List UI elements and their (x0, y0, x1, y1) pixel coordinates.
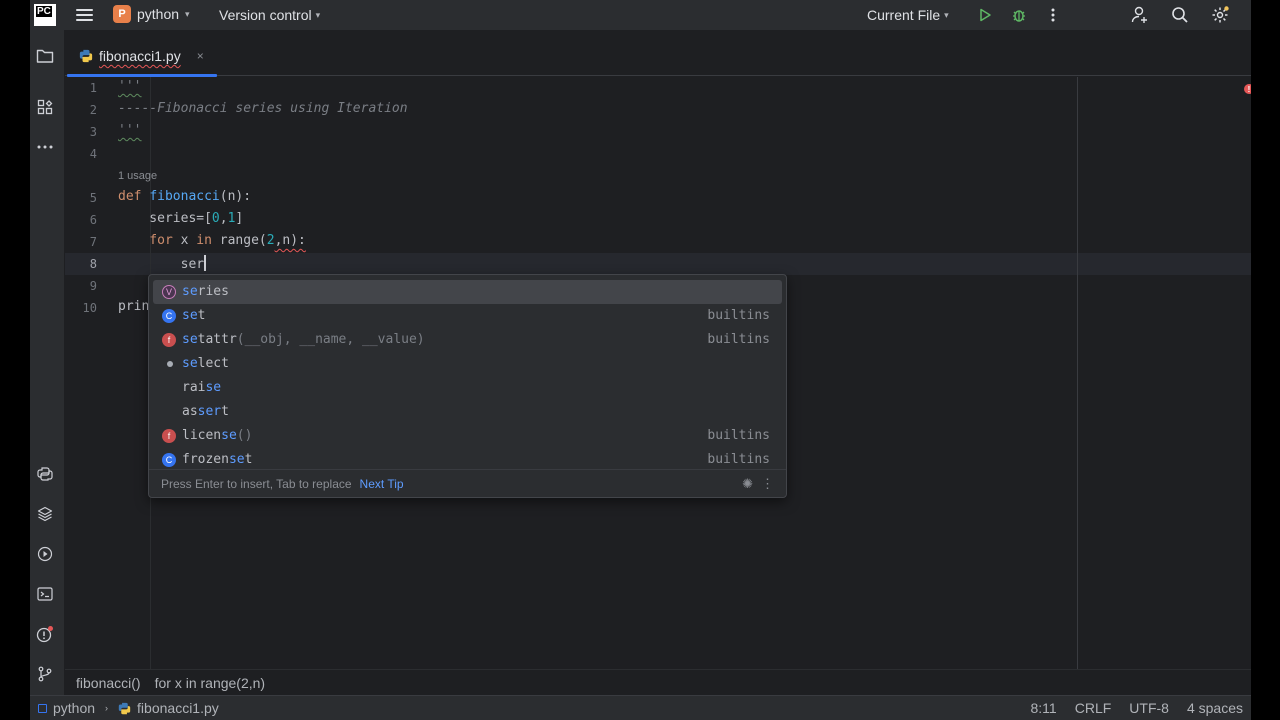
run-configuration-selector[interactable]: Current File ▾ (867, 7, 949, 23)
chevron-down-icon: ▾ (315, 9, 321, 20)
ide-window: PC P python ▾ Version control ▾ Current … (30, 0, 1251, 720)
python-console-icon[interactable] (35, 464, 55, 484)
completion-options-icon[interactable]: ⋮ (761, 476, 774, 492)
chevron-down-icon: ▾ (944, 9, 949, 20)
project-name: python (137, 6, 180, 22)
close-tab-icon[interactable]: × (197, 49, 204, 63)
debug-icon[interactable] (1009, 5, 1029, 25)
project-icon (38, 703, 47, 713)
line-number: 3 (89, 125, 97, 139)
module-icon (167, 361, 173, 367)
code-line: series=[0,1] (118, 211, 244, 226)
code-line: for x in range(2,n): (118, 233, 306, 248)
completion-hint: Press Enter to insert, Tab to replace (161, 476, 352, 491)
breadcrumb-item[interactable]: for x in range(2,n) (155, 675, 266, 691)
completion-item[interactable]: select (153, 352, 782, 376)
settings-gear-icon[interactable] (1210, 5, 1230, 25)
line-number: 1 (89, 81, 97, 95)
completion-item[interactable]: V series (153, 280, 782, 304)
services-icon[interactable] (35, 544, 55, 564)
run-icon[interactable] (975, 5, 995, 25)
class-icon: C (162, 309, 176, 323)
status-project[interactable]: python (53, 700, 95, 716)
editor-tabs: fibonacci1.py × (65, 36, 1251, 77)
error-indicator-icon[interactable]: ! (1244, 84, 1251, 94)
more-tool-windows-icon[interactable] (35, 137, 55, 157)
main-menu-icon[interactable] (76, 7, 93, 23)
line-number: 10 (82, 301, 97, 315)
completion-item[interactable]: f setattr(__obj, __name, __value) builti… (153, 328, 782, 352)
version-control-label: Version control (219, 7, 312, 23)
indent-setting[interactable]: 4 spaces (1187, 700, 1243, 716)
function-icon: f (162, 429, 176, 443)
completion-item[interactable]: raise (153, 376, 782, 400)
code-completion-popup: V series C set builtins f setattr(__obj,… (148, 274, 787, 498)
run-config-label: Current File (867, 7, 941, 23)
search-icon[interactable] (1170, 5, 1190, 25)
terminal-icon[interactable] (35, 584, 55, 604)
chevron-down-icon: ▾ (185, 8, 190, 19)
loading-spinner-icon: ✺ (742, 476, 753, 491)
class-icon: C (162, 453, 176, 467)
more-actions-icon[interactable] (1043, 5, 1063, 25)
main-toolbar: PC P python ▾ Version control ▾ Current … (30, 0, 1251, 30)
completion-item[interactable]: f license() builtins (153, 424, 782, 448)
chevron-right-icon: › (105, 703, 109, 713)
function-icon: f (162, 333, 176, 347)
status-file[interactable]: fibonacci1.py (137, 700, 219, 716)
problems-icon[interactable] (35, 624, 55, 644)
app-logo: PC (34, 4, 56, 26)
tab-label: fibonacci1.py (99, 48, 181, 64)
python-packages-icon[interactable] (35, 504, 55, 524)
text-caret (204, 255, 207, 271)
file-encoding[interactable]: UTF-8 (1129, 700, 1169, 716)
usage-inlay-hint[interactable]: 1 usage (118, 170, 157, 182)
line-number: 6 (89, 213, 97, 227)
current-line-highlight (65, 253, 1251, 275)
project-folder-icon[interactable] (35, 46, 55, 66)
python-file-icon (79, 49, 93, 63)
line-number: 5 (89, 191, 97, 205)
project-selector[interactable]: P python ▾ (113, 5, 190, 23)
version-control-menu[interactable]: Version control ▾ (219, 7, 320, 23)
code-line: ser (118, 255, 207, 272)
next-tip-link[interactable]: Next Tip (360, 477, 404, 491)
add-user-icon[interactable] (1130, 5, 1150, 25)
python-file-icon (118, 702, 131, 714)
tab-fibonacci1-py[interactable]: fibonacci1.py × (65, 36, 217, 77)
code-line: ''' (118, 123, 142, 138)
code-line: ''' (118, 79, 142, 94)
right-margin-guide (1077, 77, 1078, 669)
line-number: 2 (89, 103, 97, 117)
line-number: 4 (89, 147, 97, 161)
structure-icon[interactable] (35, 97, 55, 117)
completion-item[interactable]: assert (153, 400, 782, 424)
caret-position[interactable]: 8:11 (1031, 700, 1057, 716)
left-tool-strip (30, 30, 65, 695)
code-line: prin (118, 299, 150, 314)
line-separator[interactable]: CRLF (1075, 700, 1112, 716)
line-number: 9 (89, 279, 97, 293)
status-bar: python › fibonacci1.py 8:11 CRLF UTF-8 4… (30, 695, 1251, 720)
project-badge-icon: P (113, 5, 131, 23)
line-number: 8 (89, 257, 97, 271)
code-line: -----Fibonacci series using Iteration (118, 101, 408, 116)
version-control-icon[interactable] (35, 664, 55, 684)
code-line: def fibonacci(n): (118, 189, 252, 204)
breadcrumb-item[interactable]: fibonacci() (76, 675, 141, 691)
line-number: 7 (89, 235, 97, 249)
variable-icon: V (162, 285, 176, 299)
completion-item[interactable]: C set builtins (153, 304, 782, 328)
completion-footer: Press Enter to insert, Tab to replace Ne… (149, 469, 786, 497)
breadcrumb: fibonacci() for x in range(2,n) (65, 669, 1251, 695)
